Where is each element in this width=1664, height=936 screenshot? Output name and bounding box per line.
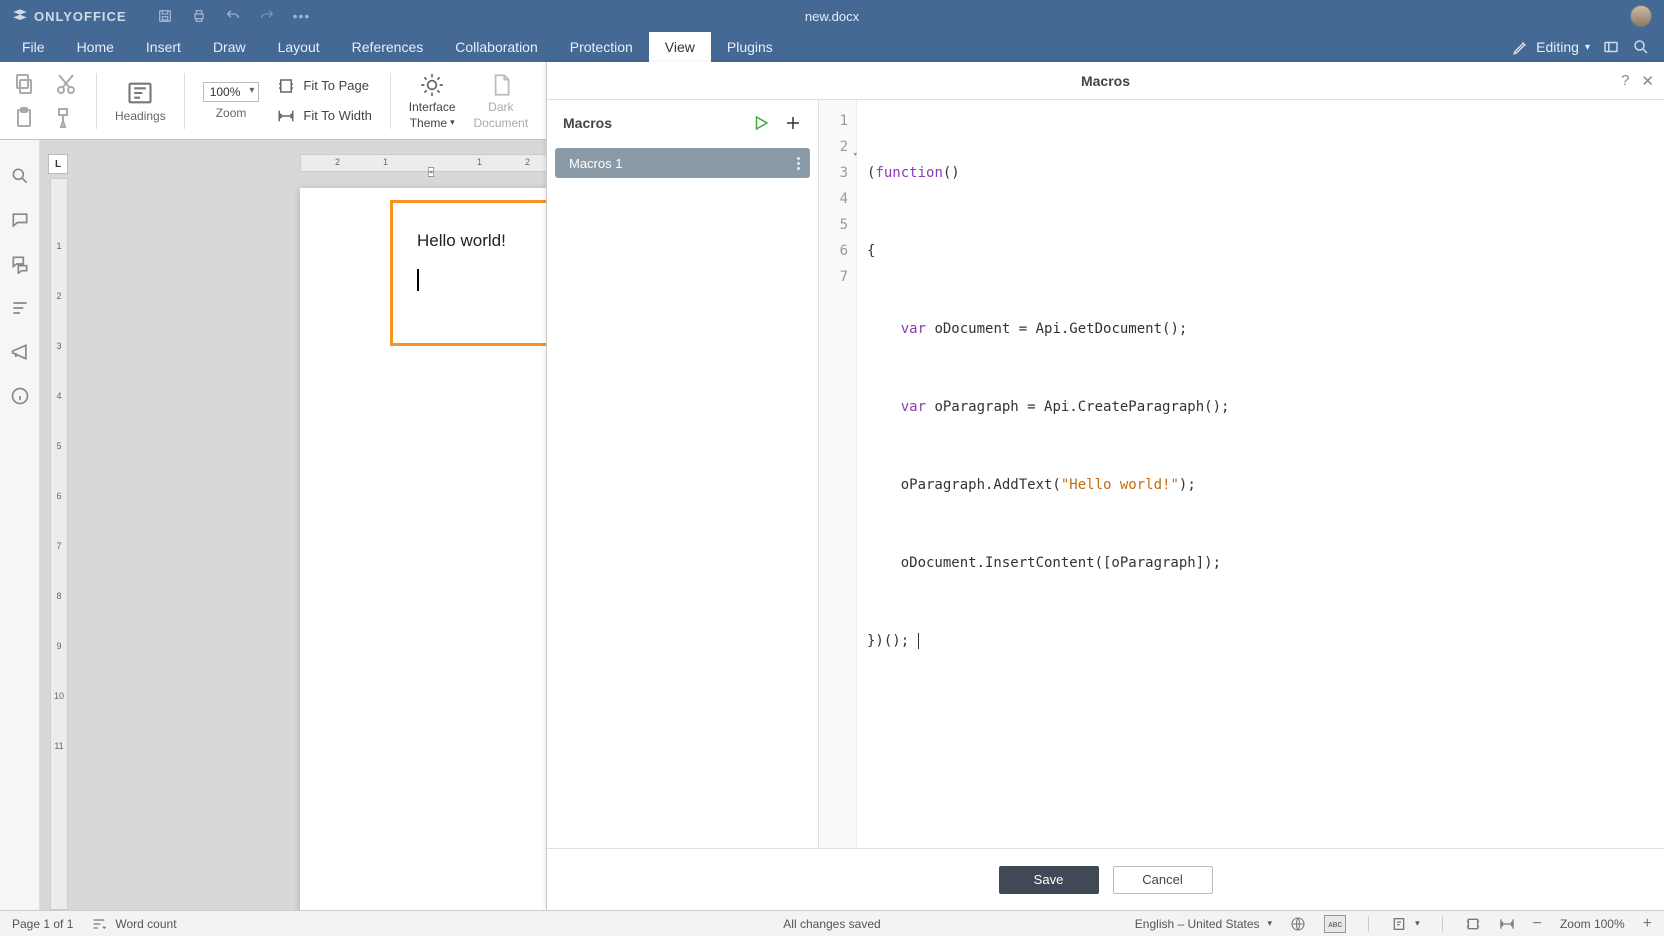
- open-location-icon[interactable]: [1602, 38, 1620, 56]
- fold-icon[interactable]: ▾: [853, 142, 858, 168]
- editing-mode-selector[interactable]: Editing ▾: [1512, 38, 1590, 56]
- close-icon[interactable]: ✕: [1641, 72, 1654, 90]
- quick-access-toolbar: •••: [157, 8, 311, 24]
- macros-panel-title: Macros: [1081, 73, 1130, 89]
- tab-collaboration[interactable]: Collaboration: [439, 32, 554, 62]
- add-macro-icon[interactable]: [784, 114, 802, 132]
- copy-icon[interactable]: [12, 72, 36, 96]
- interface-theme-button[interactable]: Interface Theme▾: [409, 72, 456, 130]
- fit-width-icon: [277, 107, 295, 125]
- save-button[interactable]: Save: [999, 866, 1099, 894]
- title-bar: ONLYOFFICE ••• new.docx: [0, 0, 1664, 32]
- save-status: All changes saved: [783, 917, 880, 931]
- macro-item-menu-icon[interactable]: [797, 157, 800, 170]
- qat-more-icon[interactable]: •••: [293, 8, 311, 24]
- page-indicator[interactable]: Page 1 of 1: [12, 917, 73, 931]
- onlyoffice-icon: [12, 8, 28, 24]
- fit-width-status-icon[interactable]: [1499, 916, 1515, 932]
- tab-plugins[interactable]: Plugins: [711, 32, 789, 62]
- macros-panel-header: Macros ? ✕: [547, 62, 1664, 100]
- document-icon: [488, 72, 514, 98]
- zoom-label: Zoom: [216, 106, 247, 120]
- fit-page-icon: [277, 77, 295, 95]
- word-count-button[interactable]: Word count: [91, 916, 176, 932]
- dark-document-button: Dark Document: [474, 72, 529, 130]
- track-changes-button[interactable]: ▾: [1391, 916, 1420, 932]
- comments-icon[interactable]: [10, 210, 30, 230]
- macros-footer: Save Cancel: [547, 848, 1664, 910]
- paste-icon[interactable]: [12, 106, 36, 130]
- format-painter-icon[interactable]: [54, 106, 78, 130]
- clipboard-group: [12, 72, 36, 130]
- pencil-icon: [1512, 38, 1530, 56]
- set-doc-language-icon[interactable]: [1290, 916, 1306, 932]
- navigation-button[interactable]: Headings: [115, 79, 166, 123]
- zoom-level[interactable]: Zoom 100%: [1560, 917, 1625, 931]
- tab-file[interactable]: File: [6, 32, 61, 62]
- chevron-down-icon: ▾: [1585, 42, 1590, 53]
- chat-icon[interactable]: [10, 254, 30, 274]
- save-icon[interactable]: [157, 8, 173, 24]
- left-sidebar: [0, 140, 40, 910]
- macro-list-item[interactable]: Macros 1: [555, 148, 810, 178]
- tab-insert[interactable]: Insert: [130, 32, 197, 62]
- code-editor[interactable]: 1 2▾ 3 4 5 6 7 (function() { var oDocume…: [819, 100, 1664, 848]
- redo-icon[interactable]: [259, 8, 275, 24]
- zoom-out-button[interactable]: −: [1533, 915, 1542, 933]
- tab-view[interactable]: View: [649, 32, 711, 62]
- menubar-right: Editing ▾: [1512, 32, 1664, 62]
- menu-bar: File Home Insert Draw Layout References …: [0, 32, 1664, 62]
- run-macro-icon[interactable]: [752, 114, 770, 132]
- status-bar: Page 1 of 1 Word count All changes saved…: [0, 910, 1664, 936]
- tab-protection[interactable]: Protection: [554, 32, 649, 62]
- chevron-down-icon: ▾: [1268, 918, 1273, 929]
- text-cursor: [417, 269, 419, 291]
- macros-list: Macros Macros 1: [547, 100, 819, 848]
- fit-group: Fit To Page Fit To Width: [277, 77, 371, 125]
- language-selector[interactable]: English – United States ▾: [1135, 917, 1272, 931]
- track-changes-icon: [1391, 916, 1407, 932]
- chevron-down-icon: ▾: [1415, 918, 1420, 929]
- feedback-icon[interactable]: [10, 342, 30, 362]
- cut-icon[interactable]: [54, 72, 78, 96]
- cancel-button[interactable]: Cancel: [1113, 866, 1213, 894]
- macros-panel: Macros ? ✕ Macros Macros 1 1 2▾ 3: [546, 62, 1664, 910]
- code-content[interactable]: (function() { var oDocument = Api.GetDoc…: [857, 100, 1664, 848]
- fit-page-status-icon[interactable]: [1465, 916, 1481, 932]
- macros-list-label: Macros: [563, 115, 612, 131]
- fit-to-page-button[interactable]: Fit To Page: [277, 77, 371, 95]
- help-icon[interactable]: ?: [1621, 72, 1629, 90]
- tab-references[interactable]: References: [336, 32, 440, 62]
- sun-icon: [419, 72, 445, 98]
- ruler-corner[interactable]: L: [48, 154, 68, 174]
- tab-home[interactable]: Home: [61, 32, 130, 62]
- indent-marker-icon[interactable]: [425, 167, 437, 177]
- headings-icon: [126, 79, 154, 107]
- tab-draw[interactable]: Draw: [197, 32, 262, 62]
- search-icon[interactable]: [1632, 38, 1650, 56]
- zoom-group: 100% Zoom: [203, 82, 260, 120]
- search-icon[interactable]: [10, 166, 30, 186]
- about-icon[interactable]: [10, 386, 30, 406]
- app-logo: ONLYOFFICE: [12, 8, 127, 24]
- word-count-icon: [91, 916, 107, 932]
- tab-layout[interactable]: Layout: [262, 32, 336, 62]
- fit-to-width-button[interactable]: Fit To Width: [277, 107, 371, 125]
- zoom-in-button[interactable]: +: [1643, 915, 1652, 933]
- cut-group: [54, 72, 78, 130]
- code-gutter: 1 2▾ 3 4 5 6 7: [819, 100, 857, 848]
- zoom-select[interactable]: 100%: [203, 82, 260, 102]
- paragraph-text: Hello world!: [417, 231, 561, 251]
- user-avatar[interactable]: [1630, 5, 1652, 27]
- spellcheck-icon[interactable]: ᴀʙᴄ: [1324, 915, 1346, 933]
- chevron-down-icon: ▾: [450, 117, 455, 128]
- vertical-ruler[interactable]: 1 2 3 4 5 6 7 8 9 10 11: [50, 178, 68, 910]
- print-icon[interactable]: [191, 8, 207, 24]
- document-title: new.docx: [805, 9, 859, 24]
- app-name: ONLYOFFICE: [34, 9, 127, 24]
- headings-nav-icon[interactable]: [10, 298, 30, 318]
- undo-icon[interactable]: [225, 8, 241, 24]
